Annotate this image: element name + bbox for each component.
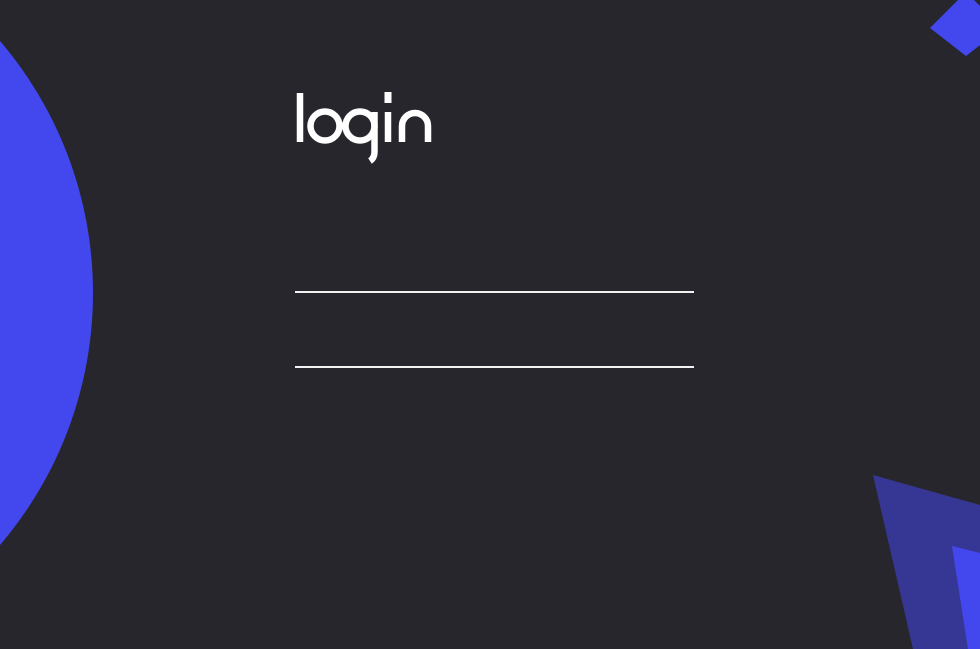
bottom-right-triangle-dim [873,475,980,649]
password-field[interactable] [295,332,694,368]
background-decoration [0,0,980,649]
password-underline [295,366,694,368]
login-logo: login [294,88,440,164]
username-underline [295,291,694,293]
top-right-blue-square [930,0,980,56]
left-blue-circle [0,41,93,545]
username-input[interactable] [295,257,694,291]
password-input[interactable] [295,332,694,366]
bottom-right-triangle-bright [952,546,980,649]
login-logo-icon [296,92,432,164]
username-field[interactable] [295,257,694,293]
